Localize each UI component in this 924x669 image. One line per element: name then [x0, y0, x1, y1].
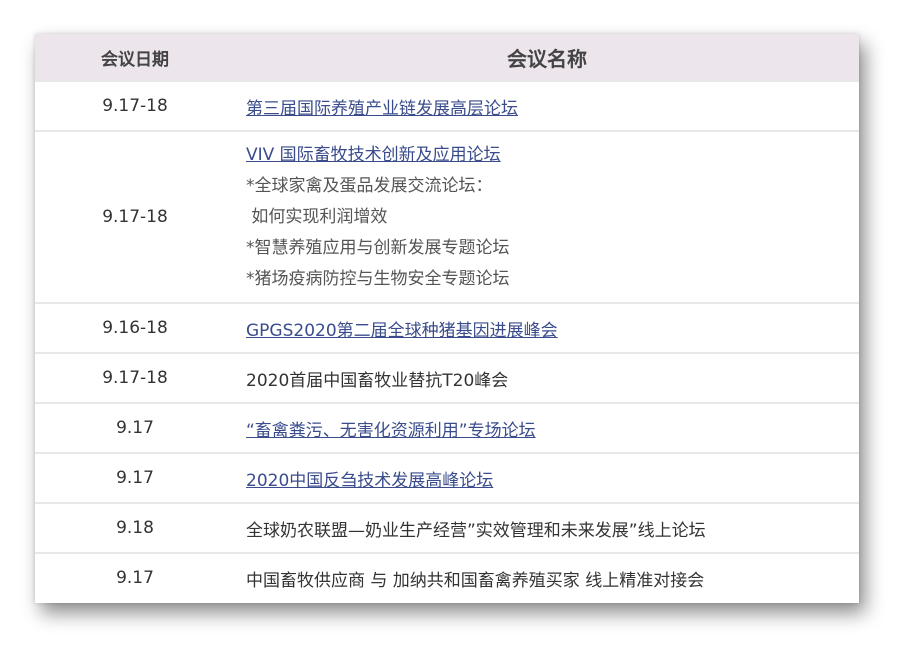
- meeting-title: 全球奶农联盟—奶业生产经营”实效管理和未来发展”线上论坛: [246, 520, 706, 541]
- meeting-date: 9.17: [116, 568, 154, 588]
- meeting-link[interactable]: “畜禽粪污、无害化资源利用”专场论坛: [246, 421, 536, 441]
- meeting-date: 9.18: [116, 518, 154, 538]
- table-row: 9.17 中国畜牧供应商 与 加纳共和国畜禽养殖买家 线上精准对接会: [35, 553, 859, 602]
- meeting-date: 9.17: [116, 418, 154, 438]
- table-row: 9.17 2020中国反刍技术发展高峰论坛: [35, 453, 859, 503]
- meeting-date: 9.16-18: [102, 318, 168, 338]
- meeting-date: 9.17-18: [102, 96, 168, 116]
- meeting-schedule-table: 会议日期 会议名称 9.17-18 第三届国际养殖产业链发展高层论坛 9.17-…: [35, 34, 859, 602]
- meeting-link[interactable]: GPGS2020第二届全球种猪基因进展峰会: [246, 321, 558, 341]
- meeting-title: 2020首届中国畜牧业替抗T20峰会: [246, 370, 509, 391]
- header-date: 会议日期: [35, 34, 235, 81]
- sub-forum: *猪场疫病防控与生物安全专题论坛: [246, 269, 510, 289]
- table-row: 9.18 全球奶农联盟—奶业生产经营”实效管理和未来发展”线上论坛: [35, 503, 859, 553]
- table-row: 9.17-18 第三届国际养殖产业链发展高层论坛: [35, 81, 859, 131]
- meeting-date: 9.17-18: [102, 207, 168, 227]
- sub-forum: 如何实现利润增效: [246, 207, 388, 227]
- meeting-link[interactable]: VIV 国际畜牧技术创新及应用论坛: [246, 145, 501, 165]
- sub-forum: *智慧养殖应用与创新发展专题论坛: [246, 238, 510, 258]
- header-name: 会议名称: [235, 34, 859, 81]
- meeting-date: 9.17-18: [102, 368, 168, 388]
- meeting-schedule-card: 会议日期 会议名称 9.17-18 第三届国际养殖产业链发展高层论坛 9.17-…: [35, 34, 859, 603]
- meeting-link[interactable]: 第三届国际养殖产业链发展高层论坛: [246, 99, 518, 119]
- meeting-link[interactable]: 2020中国反刍技术发展高峰论坛: [246, 471, 493, 491]
- table-row: 9.16-18 GPGS2020第二届全球种猪基因进展峰会: [35, 303, 859, 353]
- sub-forum: *全球家禽及蛋品发展交流论坛：: [246, 176, 493, 196]
- meeting-date: 9.17: [116, 468, 154, 488]
- table-row: 9.17-18 2020首届中国畜牧业替抗T20峰会: [35, 353, 859, 403]
- table-row: 9.17-18 VIV 国际畜牧技术创新及应用论坛 *全球家禽及蛋品发展交流论坛…: [35, 131, 859, 303]
- table-header-row: 会议日期 会议名称: [35, 34, 859, 81]
- table-row: 9.17 “畜禽粪污、无害化资源利用”专场论坛: [35, 403, 859, 453]
- meeting-title: 中国畜牧供应商 与 加纳共和国畜禽养殖买家 线上精准对接会: [246, 570, 705, 591]
